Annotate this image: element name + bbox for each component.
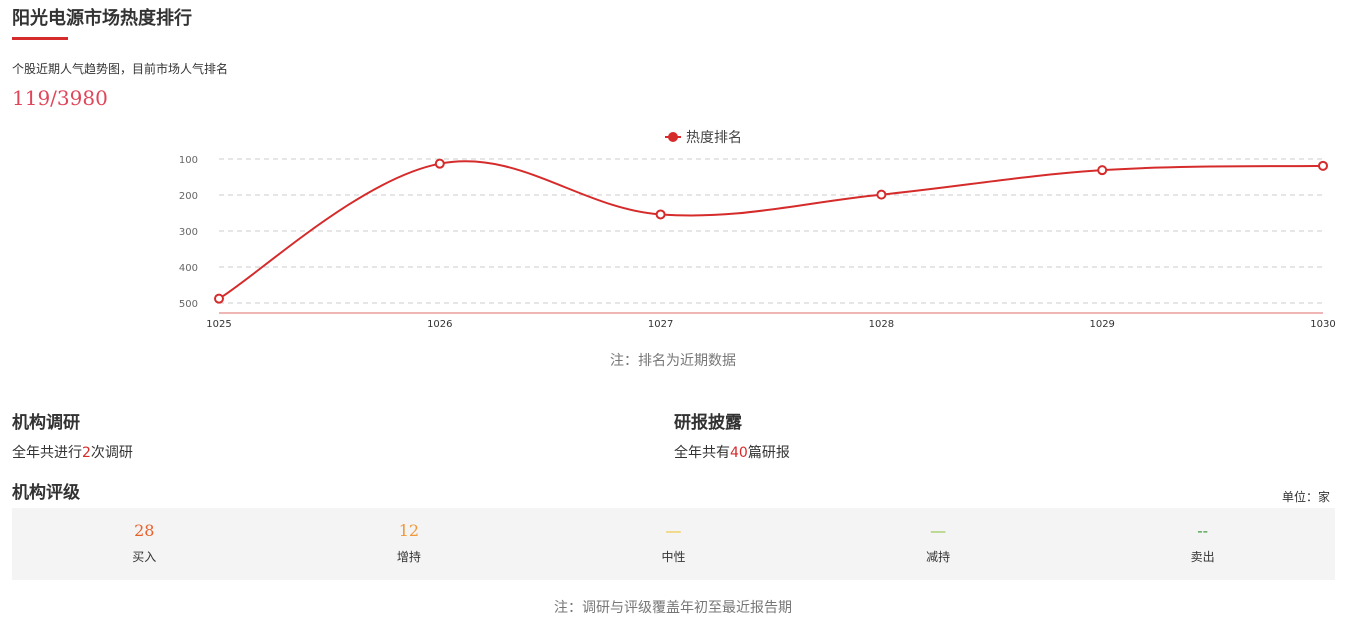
reports-count: 40 — [730, 445, 748, 461]
series-line-heat-rank — [218, 160, 1324, 300]
research-text-after: 次调研 — [90, 445, 133, 461]
page-title: 阳光电源市场热度排行 — [12, 8, 192, 29]
rating-neutral: — 中性 — [541, 508, 806, 580]
rating-buy: 28 买入 — [12, 508, 277, 580]
ratings-unit: 单位：家 — [1281, 490, 1330, 504]
x-tick-label: 1027 — [648, 319, 673, 330]
x-tick-label: 1028 — [869, 319, 894, 330]
y-tick-label: 500 — [179, 299, 198, 310]
rating-underweight-value: — — [930, 521, 947, 540]
chart-legend[interactable]: 热度排名 — [665, 130, 742, 146]
rating-sell-value: -- — [1197, 521, 1209, 540]
rating-buy-label: 买入 — [132, 550, 157, 564]
rating-neutral-value: — — [665, 521, 682, 540]
heat-rank-chart-svg: 热度排名 100200300400500 1025 1026 1027 1028 102… — [179, 130, 1336, 330]
reports-text-after: 篇研报 — [747, 445, 790, 461]
x-tick-label: 1025 — [206, 319, 231, 330]
rating-buy-value: 28 — [134, 521, 155, 540]
heat-rank-chart: 热度排名 100 200 300 400 500 1025 1026 1027 1028 102… — [0, 120, 1346, 340]
data-point-1028[interactable] — [876, 189, 887, 200]
rating-overweight: 12 增持 — [277, 508, 542, 580]
research-text-before: 全年共进行 — [12, 445, 82, 461]
market-heat-page: 阳光电源市场热度排行 个股近期人气趋势图，目前市场人气排名 119/3980 热… — [0, 0, 1346, 624]
research-title: 机构调研 — [12, 413, 80, 433]
reports-title: 研报披露 — [674, 413, 742, 433]
ratings-panel: 28 买入 12 增持 — 中性 — 减持 -- 卖出 — [12, 508, 1335, 580]
x-tick-label: 1026 — [427, 319, 452, 330]
data-point-1027[interactable] — [655, 209, 666, 220]
page-subtitle: 个股近期人气趋势图，目前市场人气排名 — [12, 62, 229, 76]
rating-underweight: — 减持 — [806, 508, 1071, 580]
rating-overweight-label: 增持 — [396, 550, 421, 564]
current-rank-value: 119/3980 — [12, 86, 108, 110]
rating-sell-label: 卖出 — [1190, 550, 1215, 564]
reports-summary: 全年共有40篇研报 — [674, 442, 790, 462]
bottom-note: 注：调研与评级覆盖年初至最近报告期 — [554, 600, 792, 616]
ratings-title: 机构评级 — [12, 483, 80, 503]
x-axis: 1025 1026 1027 1028 1029 1030 — [206, 319, 1335, 330]
research-count: 2 — [82, 445, 91, 461]
rating-sell: -- 卖出 — [1070, 508, 1335, 580]
rating-neutral-label: 中性 — [661, 550, 686, 564]
x-tick-label: 1029 — [1089, 319, 1114, 330]
reports-text-before: 全年共有 — [674, 445, 730, 461]
rating-underweight-label: 减持 — [926, 550, 951, 564]
y-tick-label: 300 — [179, 227, 198, 238]
y-tick-label: 100 — [179, 155, 198, 166]
rating-overweight-value: 12 — [398, 521, 420, 540]
y-axis: 100 200 300 400 500 — [179, 155, 198, 310]
x-tick-label: 1030 — [1310, 319, 1335, 330]
chart-note: 注：排名为近期数据 — [610, 353, 736, 369]
data-point-1030[interactable] — [1318, 160, 1328, 171]
legend-circle-marker — [668, 132, 678, 142]
chart-grid — [219, 158, 1323, 304]
data-point-1026[interactable] — [434, 158, 445, 169]
y-tick-label: 200 — [179, 191, 198, 202]
data-point-1029[interactable] — [1097, 165, 1108, 176]
legend-label: 热度排名 — [686, 130, 742, 146]
y-tick-label: 400 — [179, 263, 198, 274]
research-summary: 全年共进行2次调研 — [12, 442, 133, 462]
title-underline — [12, 37, 68, 40]
data-point-1025[interactable] — [214, 293, 224, 304]
